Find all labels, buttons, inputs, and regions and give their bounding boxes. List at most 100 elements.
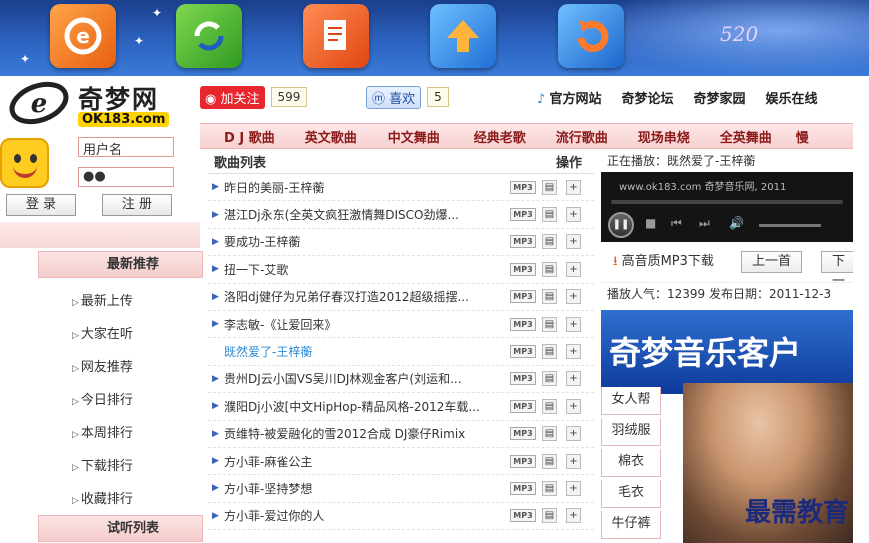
copy-icon[interactable]: ▤	[542, 207, 557, 223]
copy-icon[interactable]: ▤	[542, 289, 557, 305]
previous-icon[interactable]: ⏮	[671, 216, 682, 231]
password-field[interactable]: ●●	[78, 167, 174, 187]
tag-item[interactable]: 毛衣	[601, 480, 661, 508]
refresh-icon[interactable]	[176, 4, 242, 68]
volume-icon[interactable]: 🔊	[729, 216, 744, 230]
song-row[interactable]: ▶ 李志敏-《让爱回来》 MP3 ▤ +	[208, 311, 594, 339]
copy-icon[interactable]: ▤	[542, 398, 557, 414]
mp3-badge[interactable]: MP3	[510, 481, 536, 495]
play-triangle-icon[interactable]: ▶	[212, 319, 224, 329]
link-home[interactable]: 奇梦家园	[693, 88, 745, 107]
song-title[interactable]: 濮阳Dj小波[中文HipHop-精品风格-2012车载...	[224, 398, 510, 415]
tab-dj[interactable]: D J 歌曲	[224, 127, 275, 146]
ie-browser-icon[interactable]: e	[50, 4, 116, 68]
add-icon[interactable]: +	[566, 344, 581, 360]
mp3-badge[interactable]: MP3	[510, 262, 536, 276]
add-icon[interactable]: +	[566, 289, 581, 305]
song-row[interactable]: ▶ 扭一下-艾歌 MP3 ▤ +	[208, 256, 594, 284]
sidebar-item-downloads[interactable]: 下载排行	[72, 455, 133, 474]
weibo-follow-button[interactable]: ◉ 加关注	[200, 85, 265, 109]
sidebar-item-listening[interactable]: 大家在听	[72, 323, 133, 342]
mp3-badge[interactable]: MP3	[510, 372, 536, 386]
mp3-badge[interactable]: MP3	[510, 427, 536, 441]
add-icon[interactable]: +	[566, 207, 581, 223]
mp3-badge[interactable]: MP3	[510, 509, 536, 523]
next-song-button[interactable]: 下一	[821, 251, 853, 289]
add-icon[interactable]: +	[566, 261, 581, 277]
play-triangle-icon[interactable]: ▶	[212, 237, 224, 247]
copy-icon[interactable]: ▤	[542, 234, 557, 250]
sidebar-item-week[interactable]: 本周排行	[72, 422, 133, 441]
add-icon[interactable]: +	[566, 398, 581, 414]
sidebar-section-playlist[interactable]: 试听列表	[38, 515, 203, 542]
song-row[interactable]: ▶ 贵州DJ云小国VS吴川DJ林观金客户(刘运和... MP3 ▤ +	[208, 366, 594, 394]
next-icon[interactable]: ⏭	[699, 216, 710, 231]
stop-icon[interactable]: ■	[645, 216, 656, 230]
mp3-badge[interactable]: MP3	[510, 290, 536, 304]
copy-icon[interactable]: ▤	[542, 316, 557, 332]
copy-icon[interactable]: ▤	[542, 426, 557, 442]
song-row[interactable]: ▶ 濮阳Dj小波[中文HipHop-精品风格-2012车载... MP3 ▤ +	[208, 393, 594, 421]
copy-icon[interactable]: ▤	[542, 508, 557, 524]
tab-slow[interactable]: 慢	[796, 127, 809, 146]
notepad-icon[interactable]	[303, 4, 369, 68]
add-icon[interactable]: +	[566, 426, 581, 442]
mp3-badge[interactable]: MP3	[510, 454, 536, 468]
play-triangle-icon[interactable]: ▶	[212, 456, 224, 466]
song-title[interactable]: 洛阳dj健仔为兄弟仔春汉打造2012超级摇摆...	[224, 288, 510, 305]
copy-icon[interactable]: ▤	[542, 453, 557, 469]
play-triangle-icon[interactable]: ▶	[212, 182, 224, 192]
song-row[interactable]: ▶ 昨日的美丽-王梓蘅 MP3 ▤ +	[208, 174, 594, 202]
sidebar-item-favorites[interactable]: 收藏排行	[72, 488, 133, 507]
play-triangle-icon[interactable]: ▶	[212, 401, 224, 411]
play-triangle-icon[interactable]: ▶	[212, 483, 224, 493]
sidebar-section-latest[interactable]: 最新推荐	[38, 251, 203, 278]
like-button[interactable]: ⓜ 喜欢	[366, 85, 422, 109]
mp3-badge[interactable]: MP3	[510, 180, 536, 194]
song-title[interactable]: 贵州DJ云小国VS吴川DJ林观金客户(刘运和...	[224, 370, 510, 387]
login-button[interactable]: 登 录	[6, 194, 76, 216]
tab-chinese-dance[interactable]: 中文舞曲	[388, 127, 440, 146]
play-triangle-icon[interactable]: ▶	[212, 264, 224, 274]
copy-icon[interactable]: ▤	[542, 179, 557, 195]
play-triangle-icon[interactable]: ▶	[212, 374, 224, 384]
tag-item[interactable]: 棉衣	[601, 449, 661, 477]
prev-song-button[interactable]: 上一首	[741, 251, 803, 273]
sidebar-item-recommend[interactable]: 网友推荐	[72, 356, 133, 375]
volume-slider[interactable]	[759, 224, 821, 227]
add-icon[interactable]: +	[566, 179, 581, 195]
song-title[interactable]: 李志敏-《让爱回来》	[224, 316, 510, 333]
song-title[interactable]: 要成功-王梓蘅	[224, 233, 510, 250]
add-icon[interactable]: +	[566, 234, 581, 250]
copy-icon[interactable]: ▤	[542, 344, 557, 360]
song-row[interactable]: ▶ 方小菲-爱过你的人 MP3 ▤ +	[208, 503, 594, 531]
play-triangle-icon[interactable]: ▶	[212, 210, 224, 220]
song-title[interactable]: 方小菲-坚持梦想	[224, 480, 510, 497]
song-title[interactable]: 扭一下-艾歌	[224, 261, 510, 278]
song-row[interactable]: 既然爱了-王梓蘅 MP3 ▤ +	[208, 338, 594, 366]
link-entertainment[interactable]: 娱乐在线	[765, 88, 817, 107]
add-icon[interactable]: +	[566, 480, 581, 496]
song-row[interactable]: ▶ 贡维特-被爱融化的雪2012合成 DJ豪仔Rimix MP3 ▤ +	[208, 421, 594, 448]
upload-arrow-icon[interactable]	[430, 4, 496, 68]
song-title[interactable]: 既然爱了-王梓蘅	[224, 343, 510, 360]
site-logo[interactable]: e 奇梦网 OK183.com	[6, 80, 186, 130]
song-row[interactable]: ▶ 方小菲-坚持梦想 MP3 ▤ +	[208, 475, 594, 503]
play-triangle-icon[interactable]: ▶	[212, 292, 224, 302]
song-title[interactable]: 湛江Dj永东(全英文疯狂激情舞DISCO劲爆...	[224, 206, 510, 223]
undo-icon[interactable]	[558, 4, 624, 68]
copy-icon[interactable]: ▤	[542, 480, 557, 496]
mp3-badge[interactable]: MP3	[510, 208, 536, 222]
tag-item[interactable]: 牛仔裤	[601, 511, 661, 539]
song-title[interactable]: 昨日的美丽-王梓蘅	[224, 179, 510, 196]
link-forum[interactable]: 奇梦论坛	[621, 88, 673, 107]
song-row[interactable]: ▶ 要成功-王梓蘅 MP3 ▤ +	[208, 229, 594, 257]
mp3-badge[interactable]: MP3	[510, 345, 536, 359]
song-title[interactable]: 方小菲-爱过你的人	[224, 507, 510, 524]
song-row[interactable]: ▶ 湛江Dj永东(全英文疯狂激情舞DISCO劲爆... MP3 ▤ +	[208, 201, 594, 229]
add-icon[interactable]: +	[566, 316, 581, 332]
tab-pop[interactable]: 流行歌曲	[556, 127, 608, 146]
sidebar-item-today[interactable]: 今日排行	[72, 389, 133, 408]
register-button[interactable]: 注 册	[102, 194, 172, 216]
client-ad-banner[interactable]: 奇梦音乐客户	[601, 310, 853, 394]
